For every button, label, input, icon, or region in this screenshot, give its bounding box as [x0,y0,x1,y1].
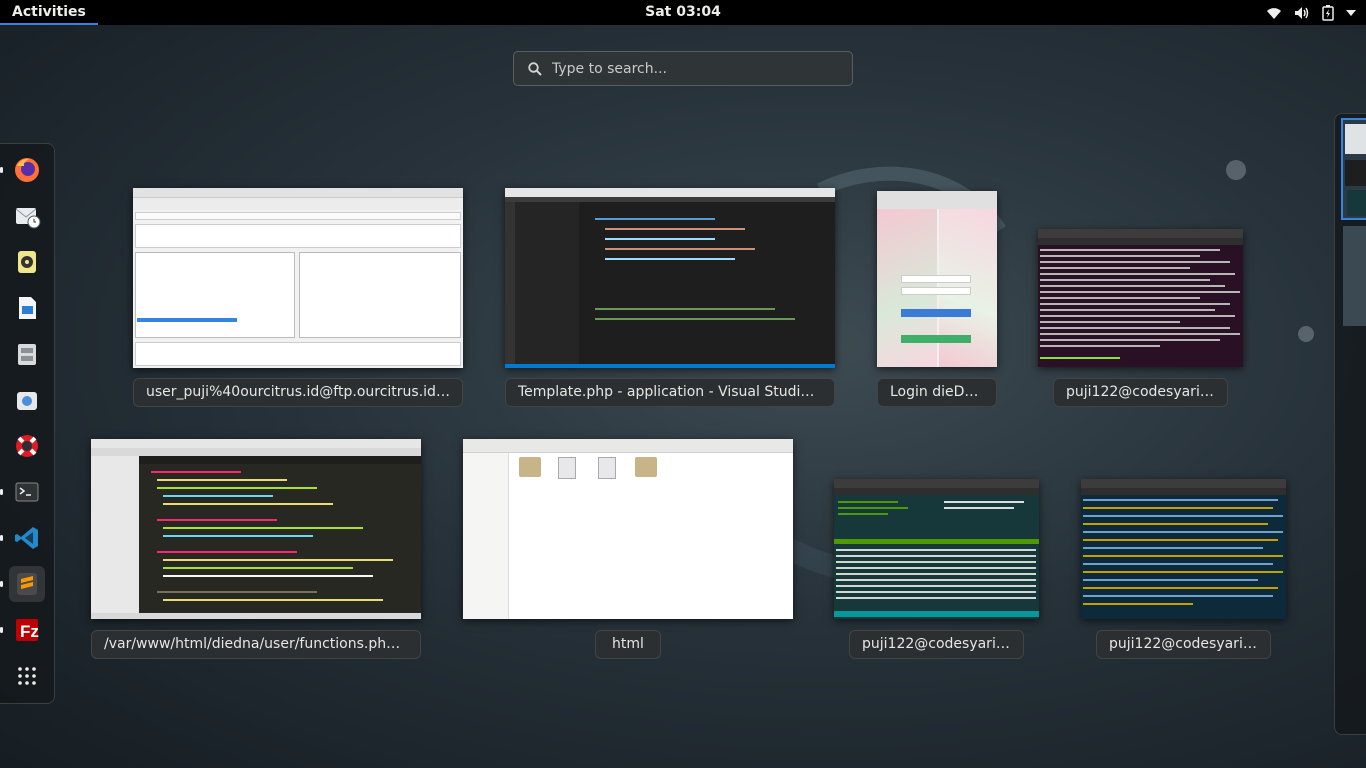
window-caption[interactable]: puji122@codesyariah: ~ [849,630,1024,659]
svg-text:Fz: Fz [20,622,39,641]
workspace-switcher [1334,113,1366,735]
dash-help[interactable] [9,428,45,464]
decor-circle [1298,326,1314,342]
window-preview-sublime[interactable] [91,439,421,619]
battery-icon[interactable] [1322,4,1334,21]
activities-button[interactable]: Activities [0,0,98,25]
window-preview-files[interactable] [463,439,793,619]
dash-vscode[interactable] [0,520,45,556]
sublime-icon [17,573,37,595]
dash-sublime[interactable] [0,566,45,602]
window-caption[interactable]: html [595,630,661,659]
search-input[interactable] [552,60,832,77]
filezilla-icon: Fz [16,619,39,641]
window-caption[interactable]: Login dieDN... [877,378,997,407]
dash-files[interactable] [9,336,45,372]
app-grid-icon [18,667,36,685]
dash-evolution[interactable] [9,198,45,234]
dash-show-apps[interactable] [9,658,45,694]
volume-icon[interactable] [1294,6,1310,20]
window-preview-filezilla[interactable] [133,188,463,368]
mail-clock-icon [15,208,41,229]
music-player-icon [18,251,36,273]
dash-writer[interactable] [9,290,45,326]
search-icon [528,61,542,76]
dash-rhythmbox[interactable] [9,244,45,280]
file-cabinet-icon [18,344,36,365]
chevron-down-icon[interactable] [1346,9,1356,17]
lifebuoy-icon [16,435,38,457]
window-preview-htop[interactable] [834,479,1039,619]
decor-circle [1226,160,1246,180]
terminal-icon [15,482,39,502]
dash-software[interactable] [9,382,45,418]
window-caption[interactable]: user_puji%40ourcitrus.id@ftp.ourcitrus.i… [133,378,463,407]
document-icon [19,297,36,319]
window-preview-terminal-logs[interactable] [1081,479,1286,619]
window-preview-terminal[interactable] [1038,229,1243,367]
workspace-thumbnail-active[interactable] [1341,118,1366,220]
dash-firefox[interactable] [0,152,45,188]
window-caption[interactable]: /var/www/html/diedna/user/functions.php … [91,630,421,659]
window-preview-browser-login[interactable] [877,191,997,367]
clock[interactable]: Sat 03:04 [645,4,721,20]
window-caption[interactable]: puji122@codesyariah: ~ [1096,630,1271,659]
wifi-icon[interactable] [1266,6,1282,20]
window-caption[interactable]: puji122@codesyariah: ~ [1053,378,1228,407]
vscode-icon [15,527,38,549]
system-tray[interactable] [1266,0,1356,25]
dash-terminal[interactable] [0,474,45,510]
software-icon [17,392,37,410]
window-preview-vscode[interactable] [505,188,835,368]
workspace-thumbnail[interactable] [1343,226,1366,326]
dash: Fz [0,143,55,704]
window-caption[interactable]: Template.php - application - Visual Stud… [505,378,835,407]
top-bar: Activities Sat 03:04 [0,0,1366,25]
search-box[interactable] [513,51,853,86]
dash-filezilla[interactable]: Fz [0,612,45,648]
firefox-icon [15,158,39,182]
